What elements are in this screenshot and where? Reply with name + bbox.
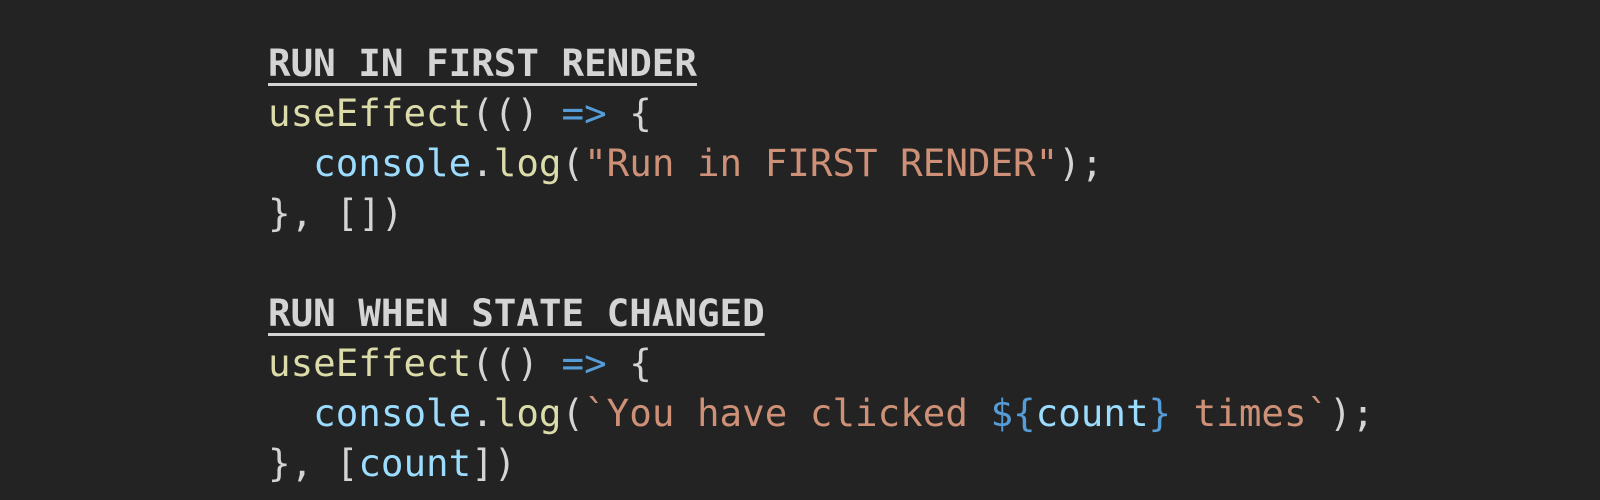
arrow-operator: => [561,341,607,385]
method-name: log [493,391,562,435]
interpolation-close: } [1148,391,1172,435]
punctuation: { [606,341,652,385]
template-string: times` [1171,391,1330,435]
punctuation: ]) [358,191,404,235]
string-literal: "Run in FIRST RENDER" [584,141,1059,185]
punctuation: ]) [471,441,517,485]
heading-first-render: RUN IN FIRST RENDER [268,38,1374,88]
punctuation: ); [1058,141,1104,185]
punctuation: . [471,391,494,435]
object-name: console [313,141,472,185]
code-line: useEffect(() => { [268,88,1374,138]
function-name: useEffect [268,91,472,135]
code-line: console.log("Run in FIRST RENDER"); [268,138,1374,188]
arrow-operator: => [561,91,607,135]
object-name: console [313,391,472,435]
code-line: }, [count]) [268,438,1374,488]
interpolated-variable: count [1035,391,1149,435]
heading-state-changed: RUN WHEN STATE CHANGED [268,288,1374,338]
section-heading: RUN WHEN STATE CHANGED [268,291,765,335]
method-name: log [493,141,562,185]
punctuation: { [606,91,652,135]
template-string: `You have clicked [584,391,991,435]
punctuation: }, [ [268,191,359,235]
punctuation: }, [ [268,441,359,485]
code-line: console.log(`You have clicked ${count} t… [268,388,1374,438]
punctuation: ( [561,141,585,185]
interpolation-open: ${ [990,391,1036,435]
code-snippet: RUN IN FIRST RENDER useEffect(() => { co… [268,38,1374,488]
dependency: count [358,441,472,485]
punctuation: ); [1329,391,1375,435]
function-name: useEffect [268,341,472,385]
punctuation: ( [561,391,585,435]
code-line: useEffect(() => { [268,338,1374,388]
punctuation: (() [471,91,562,135]
punctuation: (() [471,341,562,385]
code-line: }, []) [268,188,1374,238]
section-heading: RUN IN FIRST RENDER [268,41,697,85]
punctuation: . [471,141,494,185]
